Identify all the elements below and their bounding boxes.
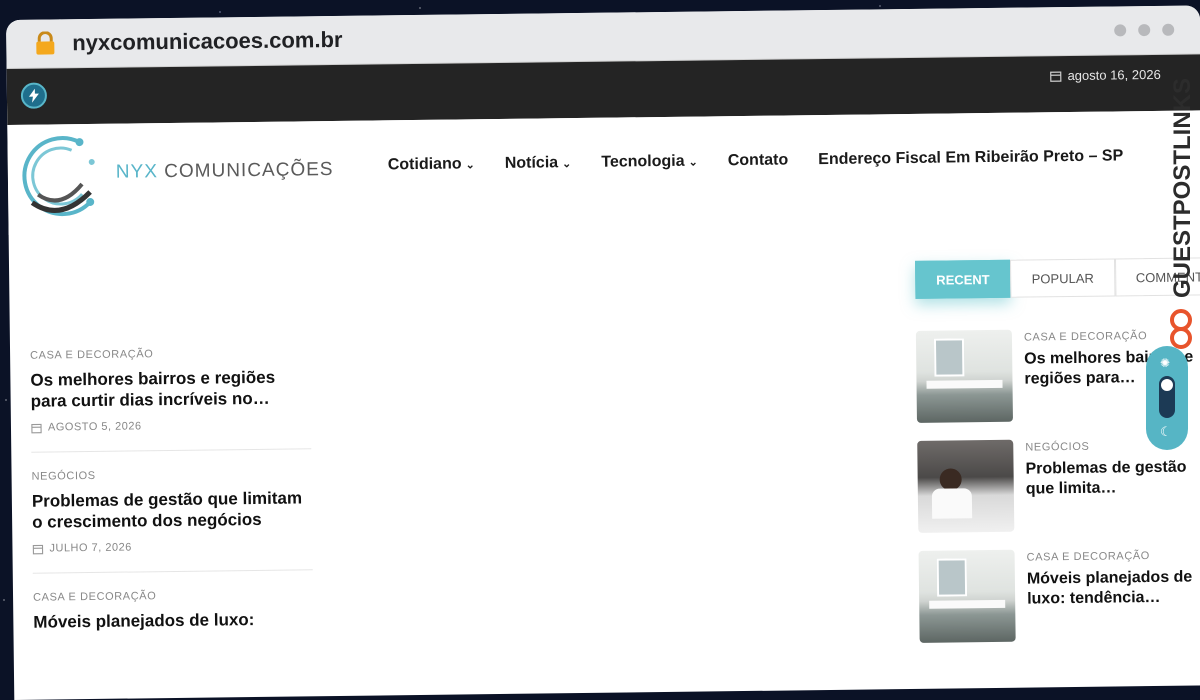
dark-mode-toggle[interactable]: ✺ ☾ — [1146, 346, 1188, 450]
article-title[interactable]: Problemas de gestão que limitam o cresci… — [32, 487, 312, 532]
article-category[interactable]: NEGÓCIOS — [32, 467, 312, 482]
article-date: AGOSTO 5, 2026 — [48, 420, 142, 433]
toggle-knob[interactable] — [1161, 379, 1173, 391]
chevron-down-icon: ⌄ — [689, 155, 698, 168]
chevron-down-icon: ⌄ — [465, 158, 474, 171]
list-item: CASA E DECORAÇÃO Os melhores bairros e r… — [30, 346, 311, 452]
brand-name[interactable]: NYX COMUNICAÇÕES — [116, 159, 334, 184]
calendar-icon — [31, 422, 42, 433]
post-thumbnail[interactable] — [916, 330, 1013, 423]
watermark-text: GUESTPOSTLINKS — [1169, 78, 1196, 298]
list-item: CASA E DECORAÇÃO Móveis planejados de lu… — [33, 588, 314, 660]
site-header: NYX COMUNICAÇÕES Cotidiano ⌄ Notícia ⌄ T… — [7, 110, 1200, 235]
nav-item-noticia[interactable]: Notícia ⌄ — [505, 154, 572, 173]
calendar-icon — [1049, 70, 1061, 82]
chevron-down-icon: ⌄ — [562, 157, 571, 170]
address-bar-url[interactable]: nyxcomunicacoes.com.br — [72, 27, 343, 56]
article-category[interactable]: CASA E DECORAÇÃO — [30, 346, 310, 361]
nav-item-cotidiano[interactable]: Cotidiano ⌄ — [388, 155, 475, 174]
nav-item-contato[interactable]: Contato — [728, 151, 789, 170]
watermark-logo: GUESTPOSTLINKS — [1164, 58, 1198, 358]
sun-icon: ✺ — [1160, 356, 1170, 370]
post-category[interactable]: CASA E DECORAÇÃO — [1027, 549, 1200, 563]
post-text: CASA E DECORAÇÃO Móveis planejados de lu… — [1027, 547, 1200, 659]
article-meta: AGOSTO 5, 2026 — [31, 418, 311, 433]
lock-icon — [34, 31, 56, 55]
calendar-icon — [32, 543, 43, 554]
nav-item-tecnologia[interactable]: Tecnologia ⌄ — [601, 153, 698, 172]
article-title[interactable]: Móveis planejados de luxo: — [33, 608, 313, 632]
article-title[interactable]: Os melhores bairros e regiões para curti… — [30, 366, 310, 411]
article-meta: JULHO 7, 2026 — [32, 539, 312, 554]
nav-item-endereco[interactable]: Endereço Fiscal Em Ribeirão Preto – SP — [818, 147, 1123, 169]
tab-recent[interactable]: RECENT — [915, 260, 1011, 299]
date-text: agosto 16, 2026 — [1067, 67, 1160, 83]
window-control-dot[interactable] — [1138, 24, 1150, 36]
browser-window: nyxcomunicacoes.com.br agosto 16, 2026 — [6, 5, 1200, 700]
logo-icon[interactable] — [19, 132, 110, 223]
tab-popular[interactable]: POPULAR — [1010, 258, 1115, 297]
nav-label: Tecnologia — [601, 153, 684, 172]
post-title[interactable]: Móveis planejados de luxo: tendência… — [1027, 567, 1200, 609]
main-nav: Cotidiano ⌄ Notícia ⌄ Tecnologia ⌄ Conta… — [388, 147, 1124, 174]
bolt-icon[interactable] — [21, 83, 47, 109]
current-date: agosto 16, 2026 — [1049, 67, 1160, 83]
nav-label: Notícia — [505, 154, 559, 173]
post-thumbnail[interactable] — [917, 440, 1014, 533]
list-item[interactable]: NEGÓCIOS Problemas de gestão que limita… — [917, 437, 1200, 551]
article-date: JULHO 7, 2026 — [49, 542, 131, 555]
list-item[interactable]: CASA E DECORAÇÃO Móveis planejados de lu… — [919, 547, 1200, 661]
article-category[interactable]: CASA E DECORAÇÃO — [33, 588, 313, 603]
article-list: CASA E DECORAÇÃO Os melhores bairros e r… — [30, 346, 314, 678]
nav-label: Endereço Fiscal Em Ribeirão Preto – SP — [818, 147, 1123, 169]
post-text: NEGÓCIOS Problemas de gestão que limita… — [1025, 437, 1200, 549]
window-control-dot[interactable] — [1114, 24, 1126, 36]
nav-label: Contato — [728, 151, 789, 170]
sidebar-tabs: RECENT POPULAR COMMENTS — [915, 257, 1200, 299]
list-item: NEGÓCIOS Problemas de gestão que limitam… — [32, 467, 313, 573]
post-title[interactable]: Problemas de gestão que limita… — [1025, 457, 1200, 499]
moon-icon: ☾ — [1160, 424, 1172, 440]
post-thumbnail[interactable] — [919, 550, 1016, 643]
window-controls — [1114, 24, 1174, 37]
window-control-dot[interactable] — [1162, 24, 1174, 36]
brand-prefix: NYX — [116, 161, 158, 183]
nav-label: Cotidiano — [388, 155, 462, 174]
brand-suffix: COMUNICAÇÕES — [158, 159, 334, 182]
